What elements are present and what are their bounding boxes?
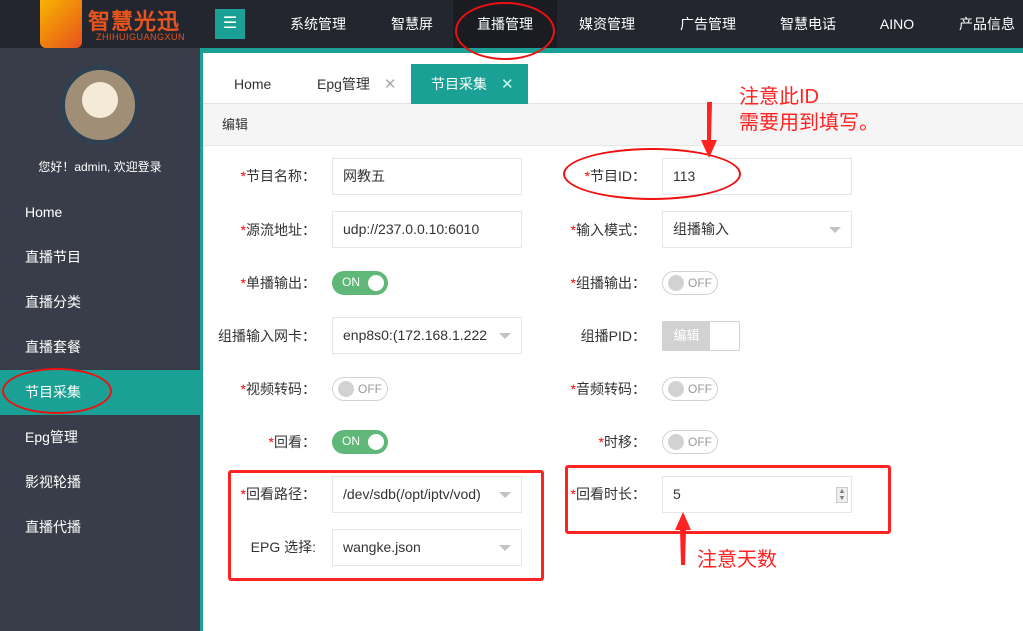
tab-epg[interactable]: Epg管理 ✕: [317, 64, 397, 104]
label-timeshift: *时移：: [598, 434, 646, 450]
label-multicast: *组播输出：: [570, 275, 646, 291]
timeshift-toggle[interactable]: OFF: [662, 430, 718, 454]
label-playback: *回看：: [268, 434, 316, 450]
nav-ads[interactable]: 广告管理: [658, 0, 758, 48]
nav-media[interactable]: 媒资管理: [557, 0, 657, 48]
nic-select[interactable]: enp8s0:(172.168.1.222: [332, 317, 522, 354]
avatar: [60, 65, 140, 145]
program-name-input[interactable]: 网教五: [332, 158, 522, 195]
audio-transcode-toggle[interactable]: OFF: [662, 377, 718, 401]
unicast-toggle[interactable]: ON: [332, 271, 388, 295]
annotation-arrow-up-icon: [675, 512, 691, 565]
source-url-input[interactable]: udp://237.0.0.10:6010: [332, 211, 522, 248]
label-epg: EPG 选择:: [250, 539, 316, 555]
number-stepper-icon[interactable]: ▲ ▼: [836, 487, 848, 503]
playback-path-select[interactable]: /dev/sdb(/opt/iptv/vod): [332, 476, 522, 513]
label-path: *回看路径：: [240, 486, 316, 502]
nav-aino[interactable]: AINO: [847, 0, 947, 48]
nav-product[interactable]: 产品信息: [937, 0, 1023, 48]
playback-duration-input[interactable]: 5 ▲ ▼: [662, 476, 852, 513]
nav-phone[interactable]: 智慧电话: [758, 0, 858, 48]
label-duration: *回看时长：: [570, 486, 646, 502]
chevron-down-icon: [499, 545, 511, 551]
multicast-toggle[interactable]: OFF: [662, 271, 718, 295]
tab-label: Home: [234, 76, 272, 92]
logo-mark-icon: [40, 0, 82, 48]
tab-program-capture[interactable]: 节目采集 ✕: [411, 64, 528, 104]
logo-subtext: ZHIHUIGUANGXUN: [96, 32, 186, 42]
close-icon[interactable]: ✕: [501, 76, 514, 93]
pid-edit-button[interactable]: 编辑: [662, 321, 740, 351]
panel-title: 编辑: [203, 104, 1023, 146]
program-id-input[interactable]: 113: [662, 158, 852, 195]
label-video: *视频转码：: [240, 381, 316, 397]
logo: 智慧光迅 ZHIHUIGUANGXUN: [40, 0, 190, 48]
label-pid: 组播PID：: [580, 328, 646, 344]
content-top-border: [200, 48, 1023, 53]
tab-label: Epg管理: [317, 76, 370, 92]
annotation-note-id: 注意此ID 需要用到填写。: [739, 86, 879, 134]
nav-system[interactable]: 系统管理: [268, 0, 368, 48]
nav-live[interactable]: 直播管理: [453, 0, 557, 48]
epg-select[interactable]: wangke.json: [332, 529, 522, 566]
label-audio: *音频转码：: [570, 381, 646, 397]
video-transcode-toggle[interactable]: OFF: [332, 377, 388, 401]
tab-home[interactable]: Home: [234, 64, 271, 104]
tab-label: 节目采集: [431, 76, 487, 92]
label-nic: 组播输入网卡：: [218, 328, 316, 344]
label-name: *节目名称：: [240, 168, 316, 184]
annotation-note-days: 注意天数: [697, 549, 777, 571]
label-source: *源流地址：: [240, 222, 316, 238]
menu-toggle-icon[interactable]: ☰: [215, 9, 245, 39]
label-unicast: *单播输出：: [240, 275, 316, 291]
label-id: *节目ID：: [584, 168, 646, 184]
nav-smart-screen[interactable]: 智慧屏: [362, 0, 462, 48]
close-icon[interactable]: ✕: [384, 76, 397, 93]
playback-toggle[interactable]: ON: [332, 430, 388, 454]
input-mode-select[interactable]: 组播输入: [662, 211, 852, 248]
label-input-mode: *输入模式：: [570, 222, 646, 238]
chevron-down-icon: [829, 227, 841, 233]
